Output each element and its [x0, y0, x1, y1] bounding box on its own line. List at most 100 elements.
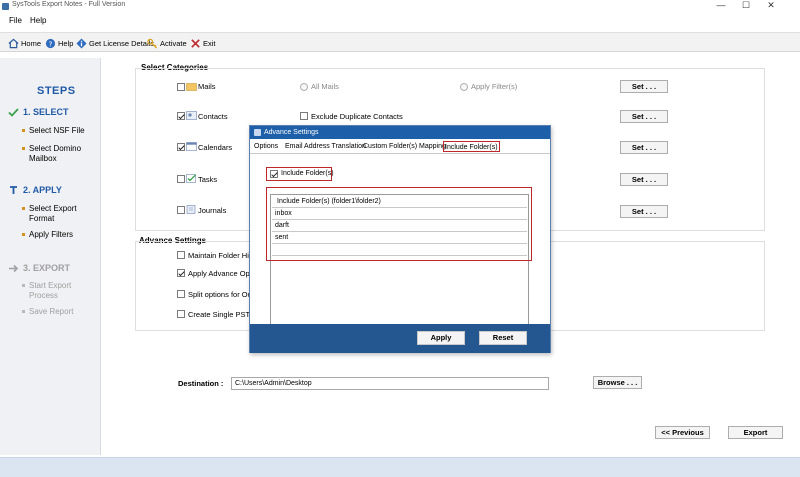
steps-title: STEPS — [37, 85, 76, 97]
contacts-checkbox[interactable] — [177, 112, 185, 120]
mails-checkbox[interactable] — [177, 83, 185, 91]
journals-icon — [186, 205, 196, 214]
tab-email-translation[interactable]: Email Address Translation — [285, 143, 366, 150]
step-apply-format[interactable]: Select Export Format — [22, 204, 77, 224]
apply-button[interactable]: Apply — [417, 331, 465, 345]
apply-advance-checkbox[interactable] — [177, 269, 185, 277]
single-pst-checkbox[interactable] — [177, 310, 185, 318]
calendars-set-button[interactable]: Set . . . — [620, 141, 668, 154]
window-titlebar: SysTools Export Notes - Full Version — ☐… — [0, 0, 800, 13]
menu-help[interactable]: Help — [30, 16, 46, 25]
dialog-tabs: Options Email Address Translation Custom… — [250, 140, 550, 154]
tab-options[interactable]: Options — [254, 143, 278, 150]
mails-label: Mails — [198, 82, 216, 91]
tab-include-folders[interactable]: Include Folder(s) — [443, 141, 500, 152]
apply-filters-radio[interactable] — [460, 83, 468, 91]
journals-checkbox[interactable] — [177, 206, 185, 214]
exclude-duplicates-label: Exclude Duplicate Contacts — [311, 112, 403, 121]
advance-settings-dialog: Advance Settings Options Email Address T… — [249, 125, 551, 353]
tasks-checkbox[interactable] — [177, 175, 185, 183]
step-sub-label: Start Export Process — [29, 281, 72, 300]
arrow-icon — [9, 264, 19, 272]
steps-sidebar: STEPS 1. SELECT Select NSF File Select D… — [0, 58, 101, 455]
step-export: 3. EXPORT — [8, 263, 70, 273]
dialog-app-icon — [254, 129, 261, 136]
journals-set-button[interactable]: Set . . . — [620, 205, 668, 218]
include-folders-checkbox[interactable] — [270, 170, 278, 178]
include-folders-label: Include Folder(s) — [281, 170, 334, 177]
tasks-set-button[interactable]: Set . . . — [620, 173, 668, 186]
calendars-label: Calendars — [198, 143, 233, 152]
contacts-set-button[interactable]: Set . . . — [620, 110, 668, 123]
step-select-nsf[interactable]: Select NSF File — [22, 126, 85, 136]
exit-button[interactable]: Exit — [190, 37, 216, 49]
key-icon — [147, 38, 158, 49]
help-icon: ? — [45, 38, 56, 48]
apply-advance-label: Apply Advance Optio — [188, 269, 258, 278]
contacts-label: Contacts — [198, 112, 228, 121]
mails-set-button[interactable]: Set . . . — [620, 80, 668, 93]
app-icon — [2, 3, 9, 10]
all-mails-radio[interactable] — [300, 83, 308, 91]
all-mails-label: All Mails — [311, 82, 339, 91]
home-button[interactable]: Home — [8, 37, 41, 49]
step-select[interactable]: 1. SELECT — [8, 107, 69, 117]
toolbar: Home ? Help Get License Details Activate… — [0, 32, 800, 52]
step-sub-label: Select Export Format — [29, 204, 77, 223]
destination-input[interactable]: C:\Users\Admin\Desktop — [231, 377, 549, 390]
calendars-checkbox[interactable] — [177, 143, 185, 151]
step-apply[interactable]: 2. APPLY — [8, 185, 62, 195]
help-label: Help — [58, 38, 74, 48]
bullet-icon — [22, 284, 25, 287]
tasks-icon — [186, 174, 196, 183]
exclude-duplicates-checkbox[interactable] — [300, 112, 308, 120]
bullet-icon — [22, 129, 25, 132]
exit-label: Exit — [203, 38, 216, 48]
close-button[interactable]: ✕ — [762, 0, 780, 11]
minimize-button[interactable]: — — [712, 0, 730, 10]
previous-button[interactable]: << Previous — [655, 426, 710, 439]
step-export-label: 3. EXPORT — [23, 263, 71, 273]
bullet-icon — [22, 310, 25, 313]
menu-file[interactable]: File — [9, 16, 22, 25]
window-title: SysTools Export Notes - Full Version — [12, 1, 126, 8]
status-bar — [0, 457, 800, 477]
checkmark-icon — [8, 107, 19, 117]
calendar-icon — [186, 142, 197, 151]
menu-bar: File Help — [0, 14, 800, 28]
contacts-icon — [186, 111, 197, 120]
help-button[interactable]: ? Help — [45, 37, 73, 49]
dialog-title: Advance Settings — [264, 129, 319, 136]
license-button[interactable]: Get License Details — [76, 37, 154, 49]
step-apply-label: 2. APPLY — [23, 185, 62, 195]
mail-folder-icon — [186, 83, 197, 91]
step-sub-label: Save Report — [29, 307, 74, 316]
exit-icon — [191, 38, 200, 48]
info-icon — [76, 37, 87, 49]
activate-label: Activate — [160, 38, 187, 48]
journals-label: Journals — [198, 206, 227, 215]
apply-filters-label: Apply Filter(s) — [471, 82, 518, 91]
step-select-label: 1. SELECT — [23, 107, 69, 117]
step-select-domino[interactable]: Select Domino Mailbox — [22, 144, 81, 164]
dialog-titlebar: Advance Settings — [250, 126, 550, 139]
svg-text:?: ? — [49, 39, 53, 48]
home-label: Home — [21, 38, 42, 48]
tasks-label: Tasks — [198, 175, 218, 184]
activate-button[interactable]: Activate — [147, 37, 187, 49]
maintain-hierarchy-checkbox[interactable] — [177, 251, 185, 259]
step-sub-label: Apply Filters — [29, 230, 74, 239]
destination-label: Destination : — [178, 379, 224, 388]
step-apply-filters[interactable]: Apply Filters — [22, 230, 73, 240]
split-options-checkbox[interactable] — [177, 290, 185, 298]
browse-button[interactable]: Browse . . . — [593, 376, 642, 389]
maximize-button[interactable]: ☐ — [737, 0, 755, 11]
step-sub-label: Select Domino Mailbox — [29, 144, 82, 163]
split-options-label: Split options for Outl — [188, 290, 256, 299]
export-button[interactable]: Export — [728, 426, 783, 439]
bullet-icon — [22, 233, 25, 236]
grid-highlight — [266, 187, 532, 261]
step-export-report: Save Report — [22, 307, 73, 317]
tab-custom-mapping[interactable]: Custom Folder(s) Mapping — [363, 143, 446, 150]
reset-button[interactable]: Reset — [479, 331, 527, 345]
